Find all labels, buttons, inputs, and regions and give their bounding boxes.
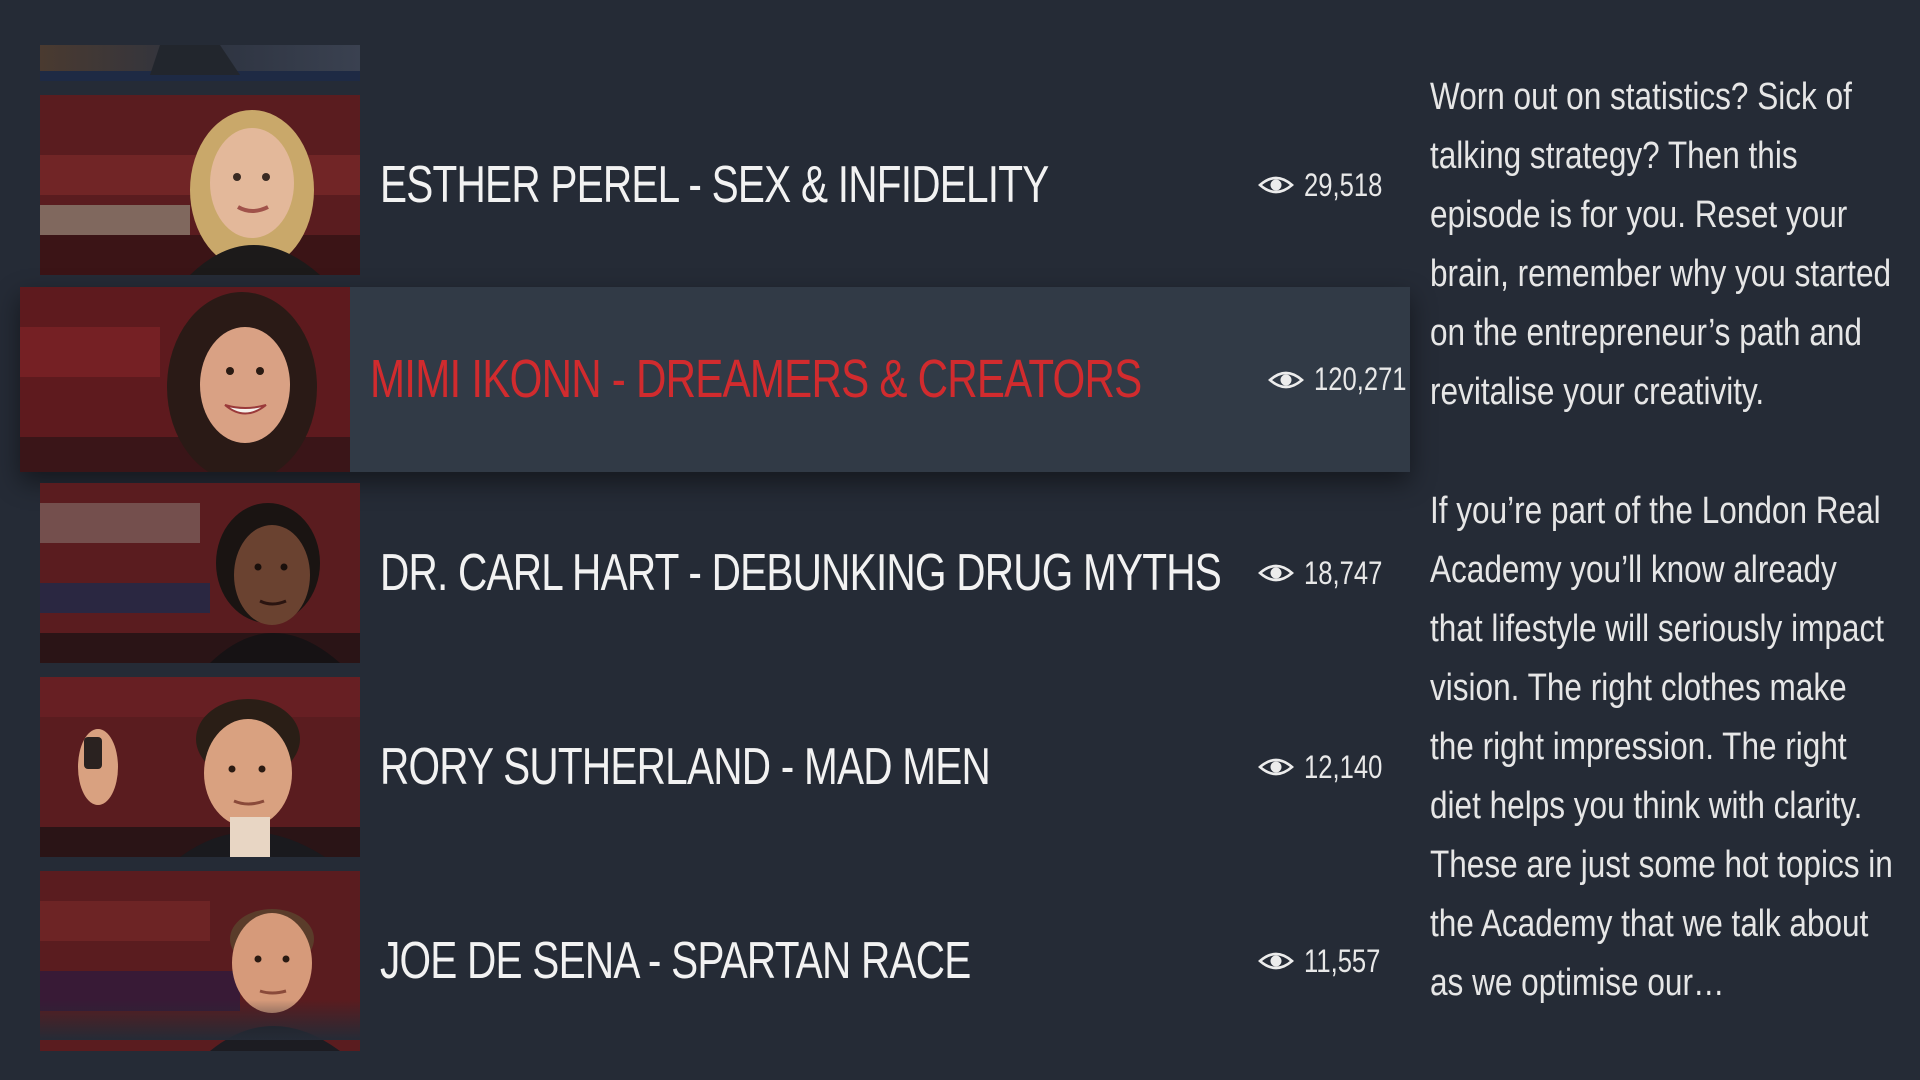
portrait-man-curly-hair-icon [40,677,360,857]
view-count: 120,271 [1268,287,1407,472]
eye-icon [1258,176,1294,194]
portrait-woman-dark-hair-icon [20,287,350,472]
episode-row[interactable]: DR. CARL HART - DEBUNKING DRUG MYTHS 18,… [40,483,1383,663]
episode-thumbnail[interactable] [40,483,360,663]
view-count-value: 29,518 [1304,166,1383,203]
view-count-value: 11,557 [1304,942,1381,979]
episode-thumbnail[interactable] [20,287,350,472]
episode-title[interactable]: RORY SUTHERLAND - MAD MEN [380,677,991,857]
previous-episode-thumbnail-partial[interactable] [40,45,360,81]
description-paragraph: Worn out on statistics? Sick of talking … [1430,76,1892,413]
view-count: 29,518 [1258,95,1383,275]
eye-icon [1258,564,1294,582]
episode-description: Worn out on statistics? Sick of talking … [1430,68,1910,1073]
episode-thumbnail[interactable] [40,95,360,275]
episode-row[interactable]: ESTHER PEREL - SEX & INFIDELITY 29,518 [40,95,1383,275]
view-count-value: 18,747 [1304,554,1383,591]
portrait-woman-blonde-icon [40,95,360,275]
episode-thumbnail[interactable] [40,677,360,857]
episode-row-active[interactable]: MIMI IKONN - DREAMERS & CREATORS 120,271 [20,287,1410,472]
portrait-man-short-hair-icon [40,871,360,1051]
episode-title[interactable]: DR. CARL HART - DEBUNKING DRUG MYTHS [380,483,1222,663]
eye-icon [1258,952,1294,970]
view-count: 12,140 [1258,677,1383,857]
view-count-value: 12,140 [1304,748,1383,785]
view-count-value: 120,271 [1314,361,1407,397]
episode-thumbnail[interactable] [40,871,360,1051]
episode-title[interactable]: MIMI IKONN - DREAMERS & CREATORS [370,287,1142,472]
eye-icon [1268,371,1304,388]
episode-list: ESTHER PEREL - SEX & INFIDELITY 29,518 M… [0,0,1420,1080]
episode-row[interactable]: JOE DE SENA - SPARTAN RACE 11,557 [40,871,1380,1051]
view-count: 18,747 [1258,483,1383,663]
description-paragraph: If you’re part of the London Real Academ… [1430,490,1893,1004]
portrait-man-dreadlocks-icon [40,483,360,663]
episode-row[interactable]: RORY SUTHERLAND - MAD MEN 12,140 [40,677,1383,857]
episode-title[interactable]: ESTHER PEREL - SEX & INFIDELITY [380,95,1049,275]
episode-title[interactable]: JOE DE SENA - SPARTAN RACE [380,871,971,1051]
eye-icon [1258,758,1294,776]
view-count: 11,557 [1258,871,1380,1051]
